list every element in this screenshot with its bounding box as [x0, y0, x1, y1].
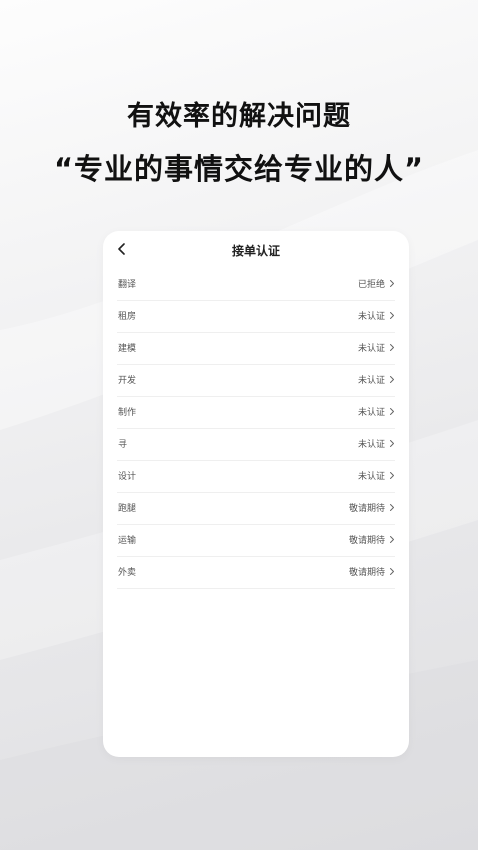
item-label: 租房 [118, 312, 137, 322]
list-item[interactable]: 租房 未认证 [117, 301, 395, 333]
item-status: 未认证 [357, 344, 385, 354]
item-status: 敬请期待 [348, 504, 385, 514]
list-item[interactable]: 运输 敬请期待 [117, 525, 395, 557]
list-item[interactable]: 跑腿 敬请期待 [117, 493, 395, 525]
list-item[interactable]: 建模 未认证 [117, 333, 395, 365]
item-status: 未认证 [357, 312, 385, 322]
promo-headline-line1: 有效率的解决问题 [127, 101, 351, 132]
chevron-right-icon [389, 439, 395, 448]
item-status: 未认证 [357, 376, 385, 386]
back-button[interactable] [114, 240, 130, 258]
chevron-right-icon [389, 503, 395, 512]
chevron-right-icon [389, 343, 395, 352]
item-label: 寻 [118, 440, 128, 450]
list-item[interactable]: 开发 未认证 [117, 365, 395, 397]
promo-headline-line2: “专业的事情交给专业的人” [53, 152, 425, 186]
item-status: 敬请期待 [348, 536, 385, 546]
chevron-right-icon [389, 471, 395, 480]
item-label: 建模 [118, 344, 137, 354]
page-title: 接单认证 [231, 244, 280, 258]
list-item[interactable]: 寻 未认证 [117, 429, 395, 461]
chevron-right-icon [389, 311, 395, 320]
chevron-right-icon [389, 279, 395, 288]
certification-list: 翻译 已拒绝 租房 未认证 建模 未认证 开发 未认证 制作 未认证寻未认证 设计 未认证 跑腿 敬请期待… [103, 269, 409, 589]
list-item[interactable]: 设计 未认证 [117, 461, 395, 493]
item-label: 外卖 [118, 568, 137, 578]
chevron-left-icon [114, 240, 130, 258]
item-label: 设计 [118, 472, 137, 482]
nav-bar: 接单认证 [103, 231, 409, 269]
list-item[interactable]: 外卖 敬请期待 [117, 557, 395, 589]
item-label: 运输 [118, 536, 137, 546]
item-status: 未认证 [357, 472, 385, 482]
item-status: 未认证 [357, 408, 385, 418]
item-label: 跑腿 [118, 504, 137, 514]
item-status: 已拒绝 [357, 280, 385, 290]
item-label: 翻译 [118, 280, 137, 290]
list-item[interactable]: 制作 未认证 [117, 397, 395, 429]
list-item[interactable]: 翻译 已拒绝 [117, 269, 395, 301]
chevron-right-icon [389, 407, 395, 416]
certification-screen: 接单认证 翻译 已拒绝 租房 未认证 建模 未认证 开发 未认证 制作 未认证寻未认证 设计 未认证跑… [103, 231, 409, 757]
item-label: 制作 [118, 408, 137, 418]
item-status: 敬请期待 [348, 568, 385, 578]
chevron-right-icon [389, 567, 395, 576]
item-label: 开发 [118, 376, 137, 386]
chevron-right-icon [389, 535, 395, 544]
chevron-right-icon [389, 375, 395, 384]
item-status: 未认证 [357, 440, 385, 450]
